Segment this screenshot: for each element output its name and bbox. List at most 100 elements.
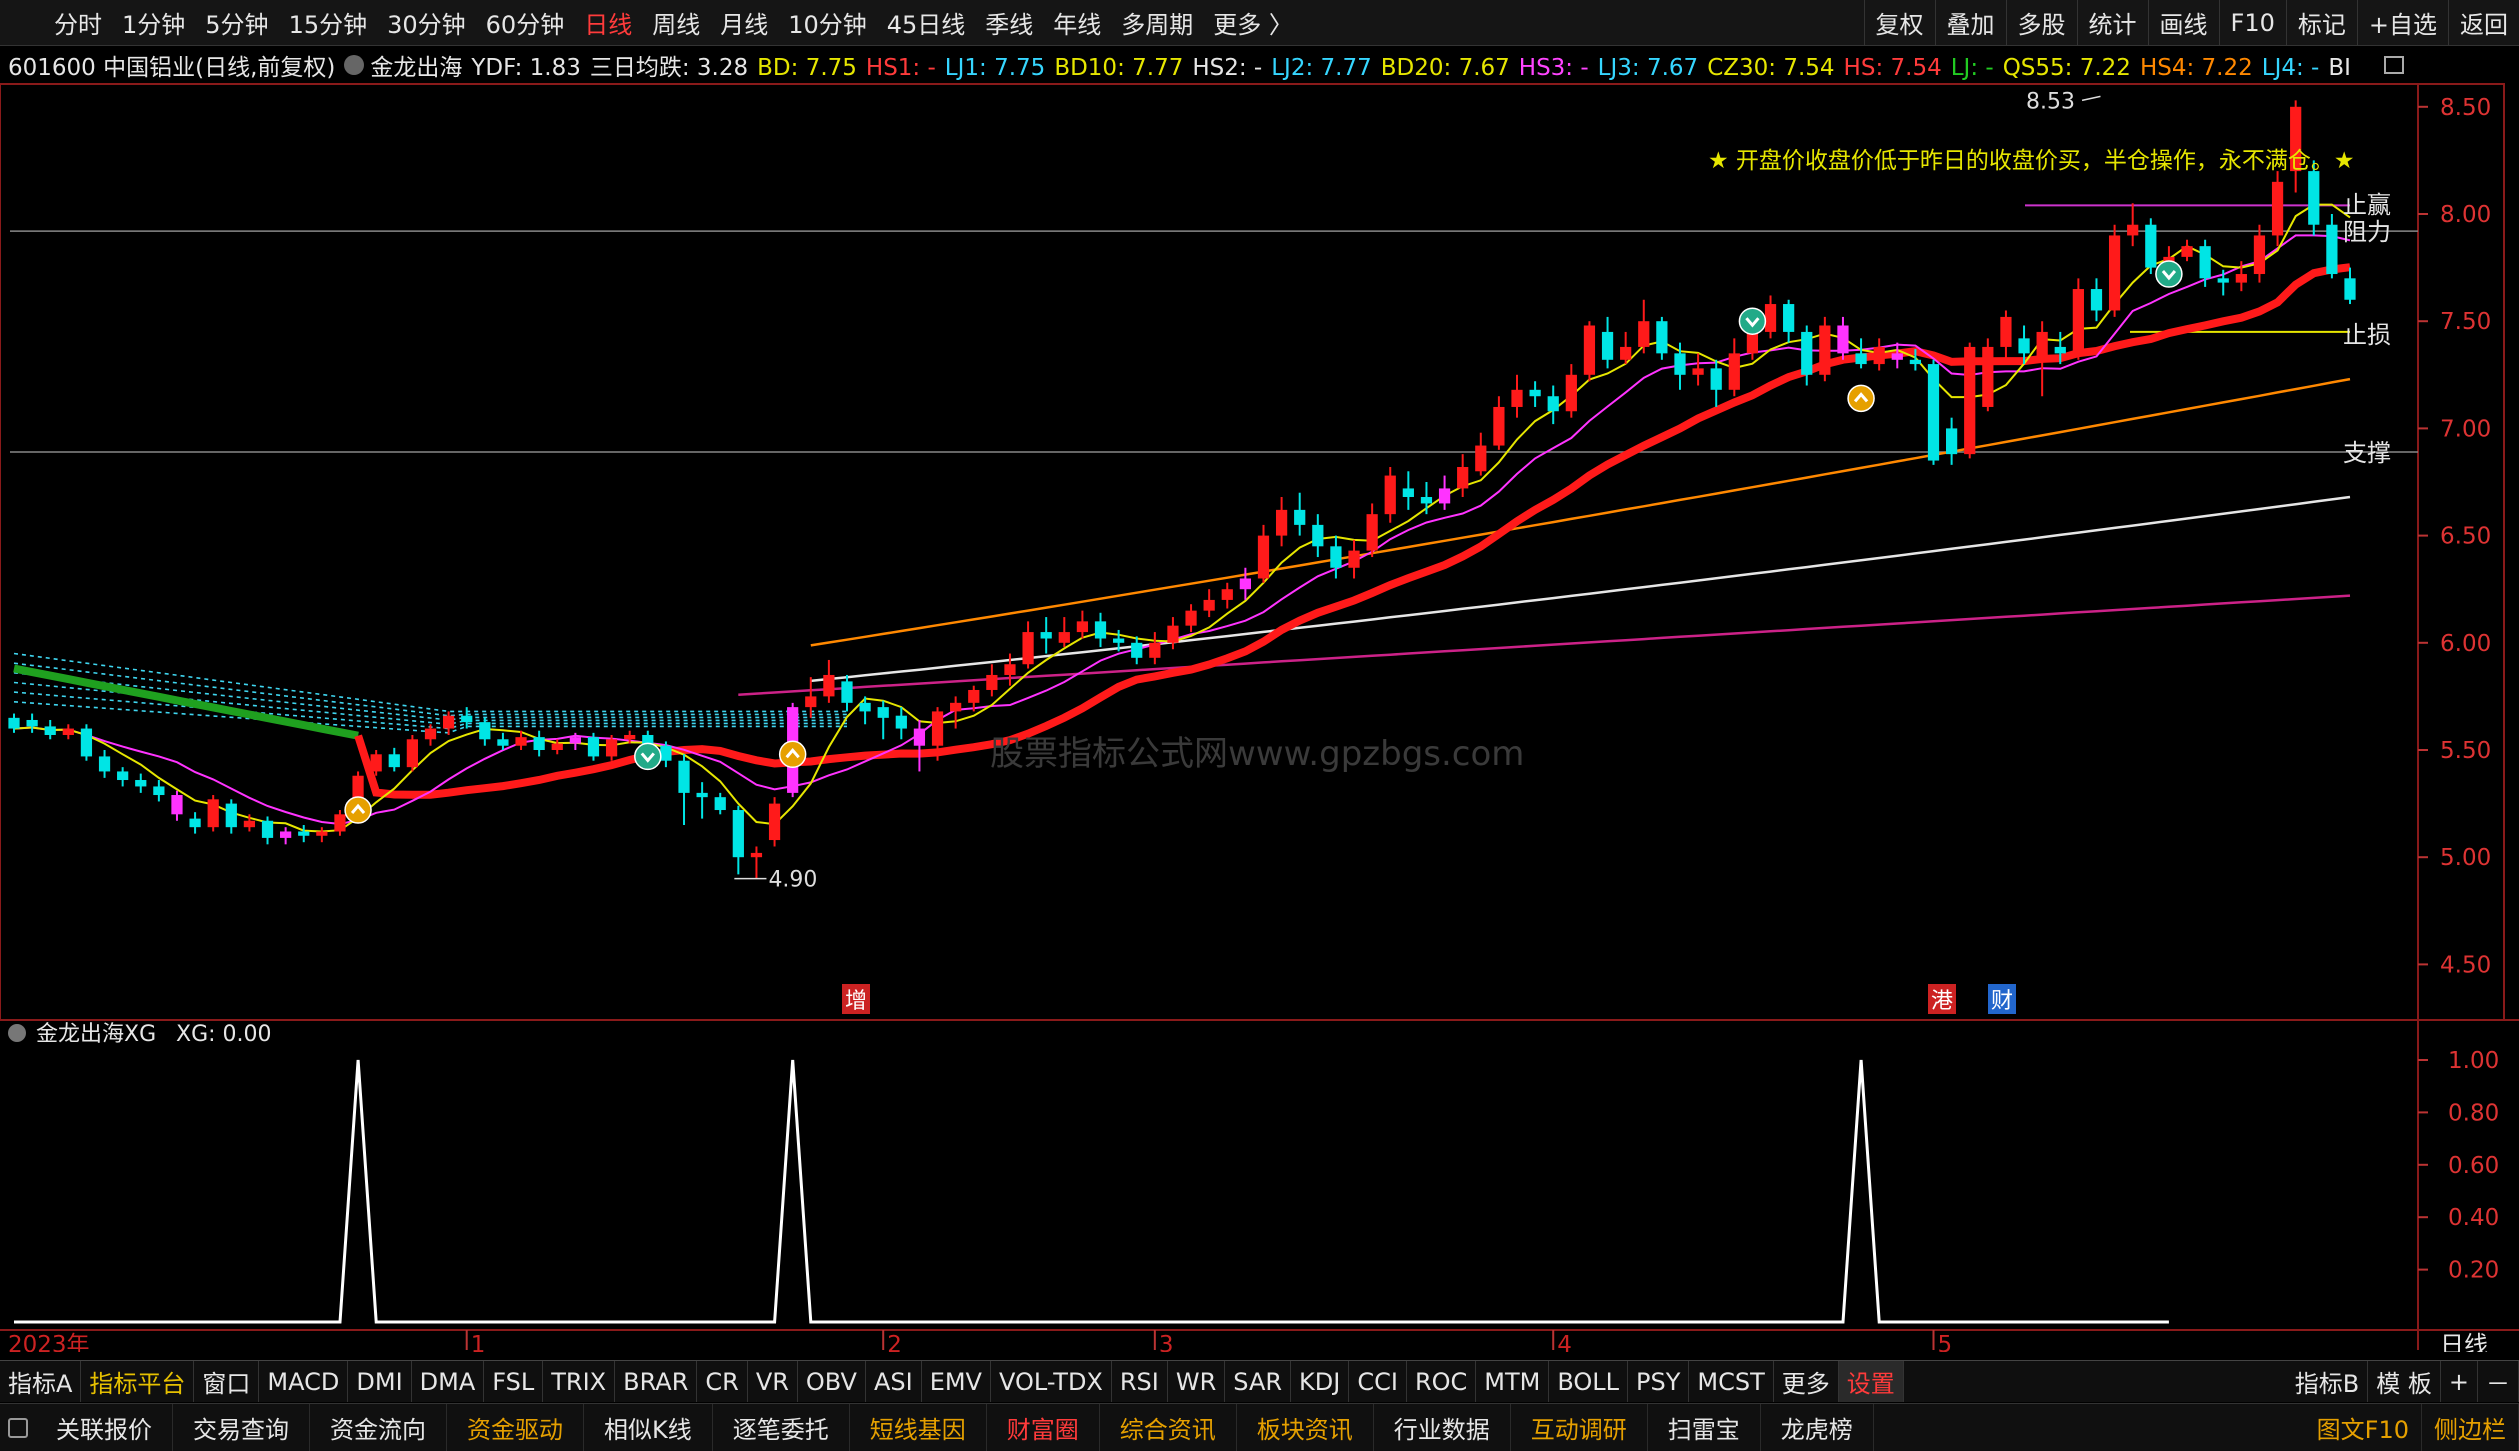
- candle-body: [2199, 246, 2211, 279]
- indicator-tab-14[interactable]: VOL-TDX: [991, 1361, 1112, 1402]
- function-tab-11[interactable]: 互动调研: [1511, 1404, 1648, 1451]
- indicator-tab-8[interactable]: BRAR: [615, 1361, 698, 1402]
- indicator-tab-22[interactable]: BOLL: [1549, 1361, 1629, 1402]
- indicator-tab-19[interactable]: CCI: [1349, 1361, 1407, 1402]
- trend-line-bull: [354, 263, 2351, 799]
- period-tab-10[interactable]: 45日线: [877, 5, 976, 40]
- indicator-tab-10[interactable]: VR: [748, 1361, 798, 1402]
- function-tab-9[interactable]: 板块资讯: [1237, 1404, 1374, 1451]
- buy-signal-icon: [344, 796, 372, 824]
- period-tab-11[interactable]: 季线: [975, 5, 1043, 40]
- panel-toggle-icon[interactable]: [8, 1417, 28, 1438]
- function-tab-13[interactable]: 龙虎榜: [1761, 1404, 1874, 1451]
- stock-title: 601600 中国铝业(日线,前复权): [8, 55, 336, 81]
- indicator-tab-16[interactable]: WR: [1168, 1361, 1226, 1402]
- indicator-tab-20[interactable]: ROC: [1407, 1361, 1477, 1402]
- period-tab-8[interactable]: 月线: [710, 5, 778, 40]
- candle: [1475, 432, 1487, 476]
- indicator-tab-21[interactable]: MTM: [1476, 1361, 1550, 1402]
- function-tab-right-1[interactable]: 侧边栏: [2422, 1404, 2519, 1451]
- indicator-tab-26[interactable]: 设置: [1838, 1361, 1904, 1402]
- window-toggle-icon[interactable]: [2384, 56, 2404, 74]
- function-tab-6[interactable]: 短线基因: [850, 1404, 987, 1451]
- indicator-control-3[interactable]: －: [2478, 1361, 2519, 1402]
- indicator-tab-11[interactable]: OBV: [798, 1361, 866, 1402]
- function-tab-1[interactable]: 交易查询: [173, 1404, 310, 1451]
- candle-body: [117, 771, 129, 781]
- indicator-tab-15[interactable]: RSI: [1112, 1361, 1168, 1402]
- indicator-control-2[interactable]: +: [2441, 1361, 2478, 1402]
- period-tab-6[interactable]: 日线: [574, 5, 642, 40]
- indicator-tab-6[interactable]: FSL: [484, 1361, 544, 1402]
- indicator-tab-25[interactable]: 更多: [1774, 1361, 1839, 1402]
- period-tab-0[interactable]: 分时: [44, 5, 112, 40]
- candle-body: [950, 702, 962, 712]
- y-tick-label-5: 6.00: [2440, 631, 2491, 657]
- candle: [80, 724, 93, 761]
- sub-y-tick-label-4: 0.20: [2448, 1258, 2499, 1284]
- function-tab-8[interactable]: 综合资讯: [1100, 1404, 1237, 1451]
- indicator-tab-18[interactable]: KDJ: [1291, 1361, 1350, 1402]
- candle-body: [1964, 346, 1976, 455]
- tool-button-8[interactable]: 返回: [2448, 0, 2519, 45]
- indicator-tab-13[interactable]: EMV: [922, 1361, 991, 1402]
- period-tab-13[interactable]: 多周期: [1111, 5, 1203, 40]
- tool-button-2[interactable]: 多股: [2005, 0, 2077, 45]
- candle-body: [1783, 304, 1795, 332]
- candle-body: [1855, 353, 1867, 365]
- indicator-tab-24[interactable]: MCST: [1689, 1361, 1774, 1402]
- candle-body: [931, 711, 944, 746]
- candle: [2326, 214, 2338, 279]
- period-tab-7[interactable]: 周线: [642, 5, 710, 40]
- tool-button-7[interactable]: +自选: [2356, 0, 2448, 45]
- tool-button-5[interactable]: F10: [2218, 0, 2286, 45]
- candle: [2000, 310, 2012, 360]
- period-tab-1[interactable]: 1分钟: [112, 5, 195, 40]
- tool-button-3[interactable]: 统计: [2076, 0, 2148, 45]
- indicator-tab-2[interactable]: 窗口: [194, 1361, 260, 1402]
- period-tab-5[interactable]: 60分钟: [476, 5, 575, 40]
- candle-body: [1275, 509, 1288, 536]
- level-label-1: 阻力: [2343, 218, 2391, 246]
- sell-signal-icon: [1738, 307, 1767, 335]
- indicator-tab-5[interactable]: DMA: [412, 1361, 485, 1402]
- period-tab-4[interactable]: 30分钟: [377, 5, 476, 40]
- indicator-tab-0[interactable]: 指标A: [0, 1361, 82, 1402]
- period-tab-12[interactable]: 年线: [1043, 5, 1111, 40]
- function-tab-10[interactable]: 行业数据: [1374, 1404, 1511, 1451]
- function-tab-4[interactable]: 相似K线: [584, 1404, 713, 1451]
- formula-name[interactable]: 金龙出海: [370, 48, 462, 82]
- indicator-control-0[interactable]: 指标B: [2287, 1361, 2369, 1402]
- indicator-tab-12[interactable]: ASI: [866, 1361, 922, 1402]
- indicator-tab-23[interactable]: PSY: [1628, 1361, 1690, 1402]
- indicator-tab-7[interactable]: TRIX: [543, 1361, 616, 1402]
- indicator-control-1[interactable]: 模 板: [2368, 1361, 2441, 1402]
- period-tab-2[interactable]: 5分钟: [195, 5, 278, 40]
- indicator-tab-17[interactable]: SAR: [1225, 1361, 1292, 1402]
- indicator-tab-3[interactable]: MACD: [259, 1361, 349, 1402]
- tool-button-0[interactable]: 复权: [1863, 0, 1935, 45]
- function-tab-3[interactable]: 资金驱动: [447, 1404, 584, 1451]
- function-tab-0[interactable]: 关联报价: [36, 1404, 173, 1451]
- function-tab-7[interactable]: 财富圈: [987, 1404, 1100, 1451]
- formula-menu-icon[interactable]: [344, 55, 365, 75]
- tool-button-4[interactable]: 画线: [2147, 0, 2219, 45]
- period-tab-3[interactable]: 15分钟: [279, 5, 378, 40]
- indicator-tab-4[interactable]: DMI: [348, 1361, 412, 1402]
- function-tab-5[interactable]: 逐笔委托: [713, 1404, 850, 1451]
- kline-chart[interactable]: 8.50 8.00 7.50 7.00 6.50 6.00 5.50 5.00 4.50 8.53…: [0, 82, 2519, 1352]
- tool-button-6[interactable]: 标记: [2285, 0, 2357, 45]
- candle-body: [2054, 346, 2066, 354]
- candle-body: [1475, 445, 1487, 472]
- tool-button-1[interactable]: 叠加: [1934, 0, 2006, 45]
- candle: [2181, 239, 2193, 262]
- function-tab-12[interactable]: 扫雷宝: [1648, 1404, 1761, 1451]
- candle: [1420, 482, 1433, 515]
- period-tab-14[interactable]: 更多 〉: [1203, 5, 1303, 40]
- period-tab-9[interactable]: 10分钟: [778, 5, 877, 40]
- function-tab-2[interactable]: 资金流向: [310, 1404, 447, 1451]
- level-label-3: 支撑: [2343, 439, 2391, 467]
- indicator-tab-9[interactable]: CR: [697, 1361, 748, 1402]
- function-tab-right-0[interactable]: 图文F10: [2305, 1404, 2422, 1451]
- indicator-tab-1[interactable]: 指标平台: [81, 1361, 195, 1402]
